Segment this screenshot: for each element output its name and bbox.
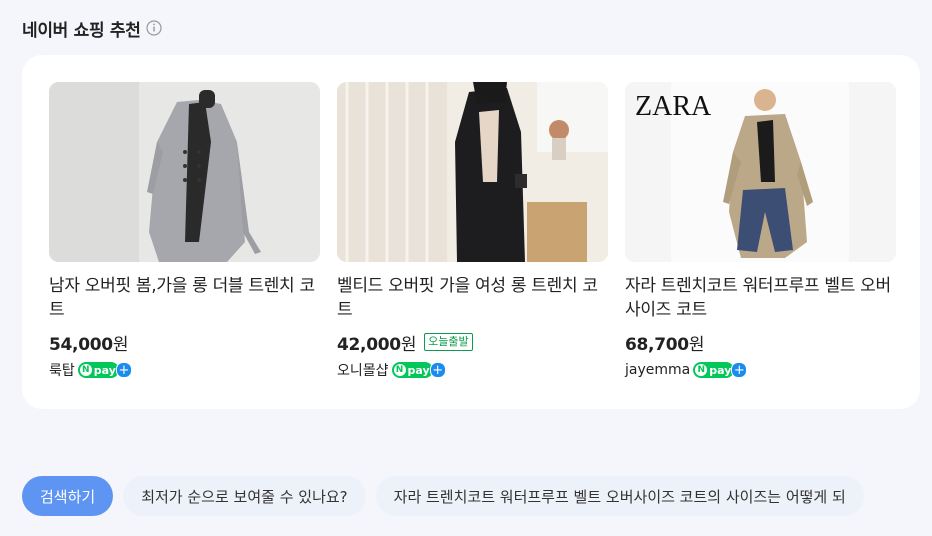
seller-name[interactable]: jayemma: [625, 362, 690, 378]
info-icon[interactable]: [146, 20, 162, 36]
scroll-fade: [892, 470, 932, 522]
product-image[interactable]: [337, 82, 608, 262]
seller-name[interactable]: 오니몰샵: [337, 360, 389, 380]
search-button[interactable]: 검색하기: [22, 476, 114, 516]
price-row: 42,000원 오늘출발: [337, 331, 608, 355]
seller-row: 오니몰샵 Npay +: [337, 360, 608, 380]
seller-name[interactable]: 룩탑: [49, 360, 75, 380]
suggestion-bar: 검색하기 최저가 순으로 보여줄 수 있나요? 자라 트렌치코트 워터프루프 벨…: [22, 476, 864, 516]
section-title: 네이버 쇼핑 추천: [22, 20, 141, 41]
product-image[interactable]: ZARA: [625, 82, 896, 262]
product-name[interactable]: 벨티드 오버핏 가을 여성 롱 트렌치 코트: [337, 274, 608, 322]
product-price: 42,000원: [337, 334, 417, 355]
npay-plus-icon: Npay +: [693, 362, 748, 378]
product-name[interactable]: 자라 트렌치코트 워터프루프 벨트 오버사이즈 코트: [625, 274, 896, 322]
zara-logo: ZARA: [635, 91, 712, 122]
section-header: 네이버 쇼핑 추천: [22, 14, 162, 42]
product-card[interactable]: 벨티드 오버핏 가을 여성 롱 트렌치 코트 42,000원 오늘출발 오니몰샵…: [337, 82, 608, 380]
product-price: 54,000원: [49, 334, 129, 355]
product-name[interactable]: 남자 오버핏 봄,가을 롱 더블 트렌치 코트: [49, 274, 320, 322]
product-price: 68,700원: [625, 334, 705, 355]
seller-row: jayemma Npay +: [625, 360, 896, 380]
delivery-badge: 오늘출발: [424, 333, 473, 351]
price-row: 54,000원: [49, 331, 320, 355]
recommendation-panel: 남자 오버핏 봄,가을 롱 더블 트렌치 코트 54,000원 룩탑 Npay +: [22, 55, 920, 409]
price-row: 68,700원: [625, 331, 896, 355]
product-card[interactable]: 남자 오버핏 봄,가을 롱 더블 트렌치 코트 54,000원 룩탑 Npay +: [49, 82, 320, 380]
product-card[interactable]: ZARA 자라 트렌치코트 워터프루프 벨트 오버사이즈 코트 68,700원 …: [625, 82, 896, 380]
npay-plus-icon: Npay +: [77, 362, 132, 378]
suggestion-chip[interactable]: 자라 트렌치코트 워터프루프 벨트 오버사이즈 코트의 사이즈는 어떻게 되: [375, 476, 864, 516]
suggestion-chip[interactable]: 최저가 순으로 보여줄 수 있나요?: [123, 476, 366, 516]
product-list: 남자 오버핏 봄,가을 롱 더블 트렌치 코트 54,000원 룩탑 Npay +: [49, 82, 896, 380]
product-image[interactable]: [49, 82, 320, 262]
npay-plus-icon: Npay +: [391, 362, 446, 378]
seller-row: 룩탑 Npay +: [49, 360, 320, 380]
